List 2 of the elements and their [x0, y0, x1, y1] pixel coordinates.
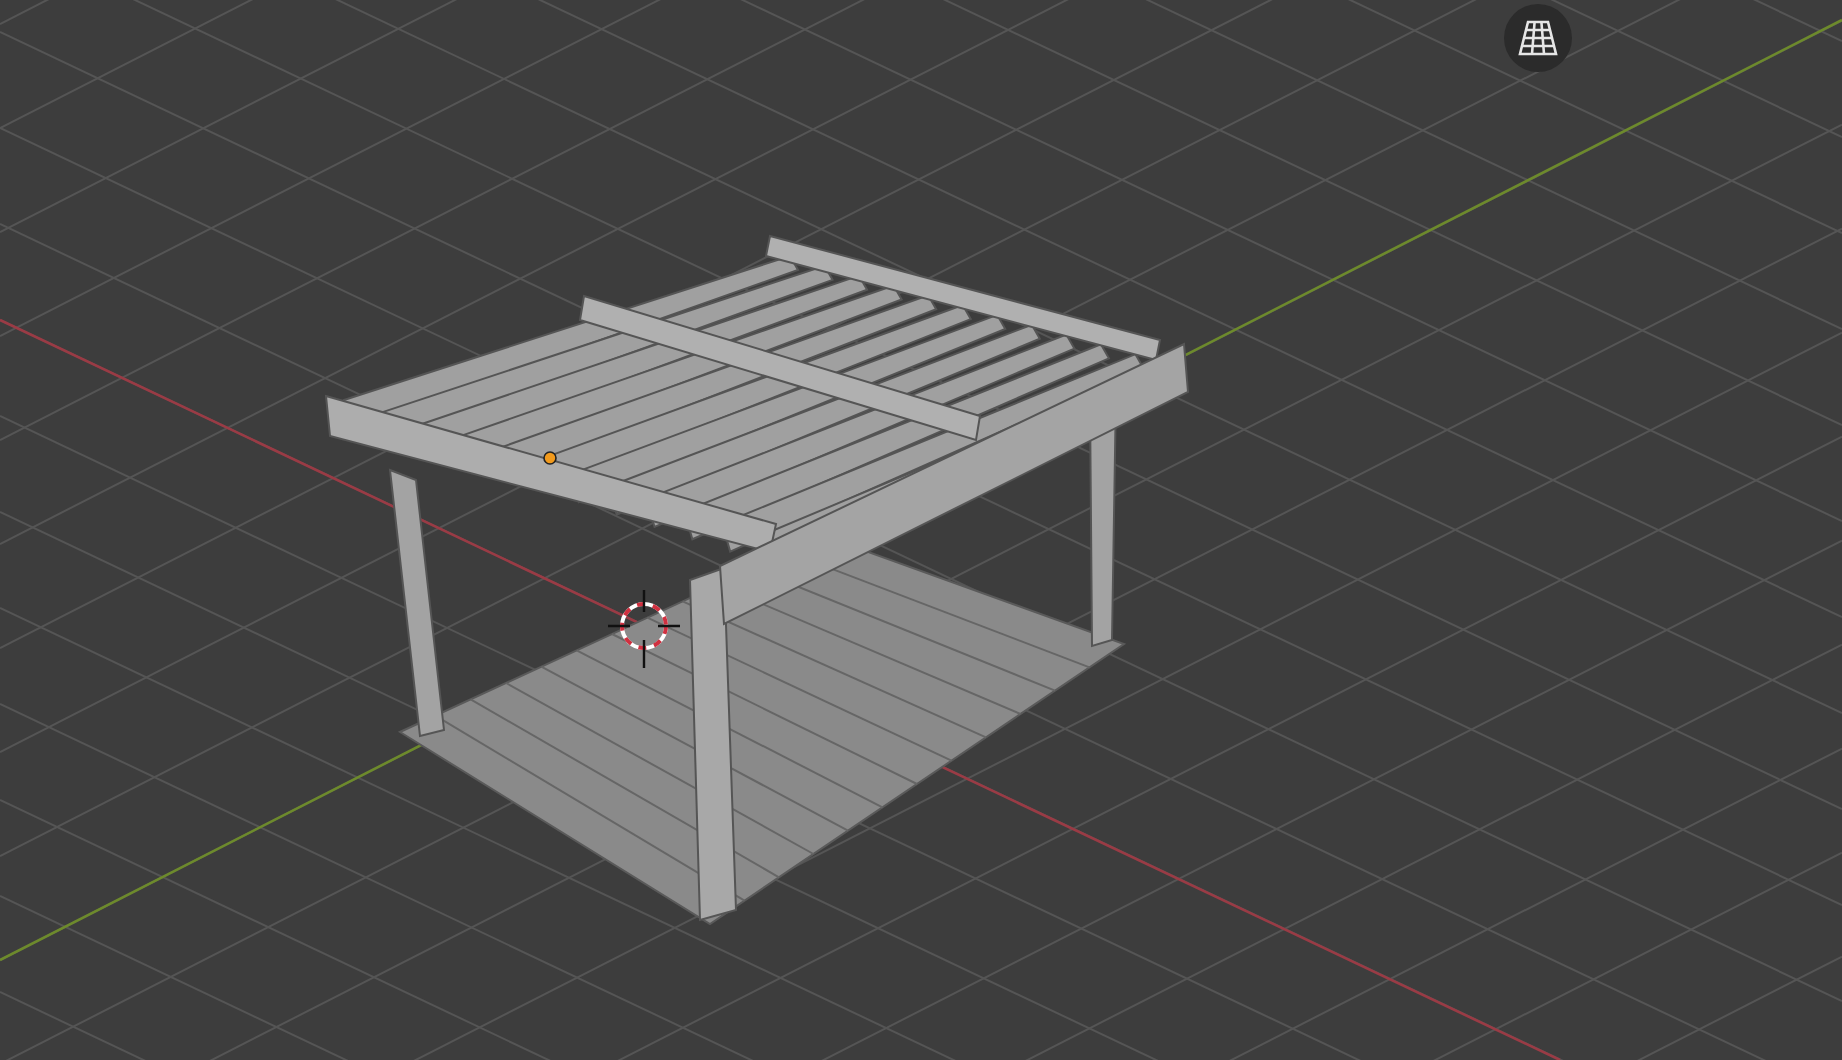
grid-icon: [1518, 20, 1558, 56]
3d-cursor-icon: [606, 588, 682, 670]
